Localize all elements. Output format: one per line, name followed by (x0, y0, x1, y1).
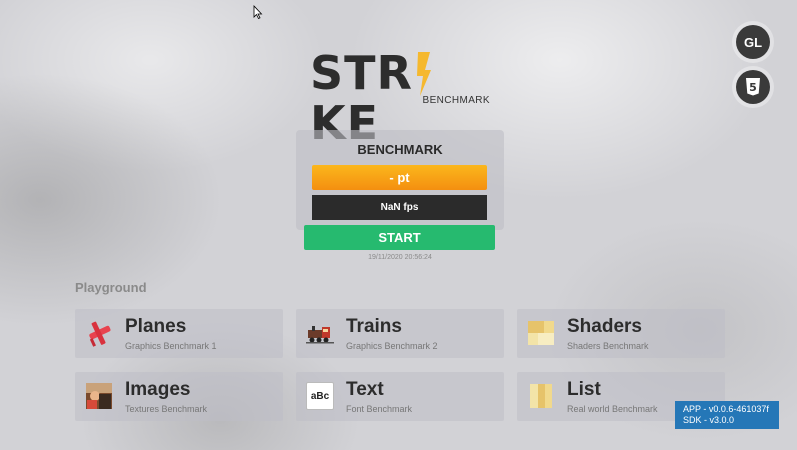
start-button[interactable]: START (304, 225, 495, 250)
webgl-label: GL (743, 34, 763, 50)
card-subtitle: Font Benchmark (346, 404, 413, 414)
benchmark-timestamp: 19/11/2020 20:56:24 (368, 254, 432, 261)
html5-button[interactable]: 5 (736, 70, 770, 104)
html5-label: 5 (749, 81, 757, 94)
card-planes[interactable]: Planes Graphics Benchmark 1 (75, 309, 283, 358)
text-icon: aBc (306, 382, 334, 410)
strike-logo: STRKE BENCHMARK (310, 46, 500, 148)
shader-icon (528, 321, 554, 345)
version-badge: APP - v0.0.6-461037f SDK - v3.0.0 (675, 401, 779, 429)
plane-icon (89, 321, 111, 347)
card-subtitle: Real world Benchmark (567, 404, 658, 414)
card-images[interactable]: Images Textures Benchmark (75, 372, 283, 421)
card-trains[interactable]: Trains Graphics Benchmark 2 (296, 309, 504, 358)
text-icon-label: aBc (310, 390, 330, 402)
fps-display: NaN fps (312, 195, 487, 220)
app-version: APP - v0.0.6-461037f (683, 404, 769, 414)
card-subtitle: Graphics Benchmark 2 (346, 341, 438, 351)
score-display: - pt (312, 165, 487, 190)
benchmark-title: BENCHMARK (357, 142, 443, 157)
webgl-button[interactable]: GL (736, 25, 770, 59)
logo-subtitle: BENCHMARK (422, 95, 490, 106)
html5-icon: 5 (746, 78, 760, 96)
card-title: Shaders (567, 316, 642, 337)
playground-heading: Playground (75, 280, 147, 295)
lightning-bolt-icon (417, 52, 431, 96)
mouse-cursor-icon (253, 5, 263, 19)
card-text[interactable]: aBc Text Font Benchmark (296, 372, 504, 421)
logo-title-left: STR (310, 46, 413, 100)
image-icon (86, 383, 112, 409)
card-title: List (567, 379, 601, 400)
card-subtitle: Shaders Benchmark (567, 341, 649, 351)
sdk-version: SDK - v3.0.0 (683, 415, 735, 425)
card-subtitle: Textures Benchmark (125, 404, 208, 414)
card-shaders[interactable]: Shaders Shaders Benchmark (517, 309, 725, 358)
card-title: Text (346, 379, 384, 400)
list-icon (530, 384, 552, 408)
train-icon (306, 326, 334, 344)
card-title: Images (125, 379, 191, 400)
card-title: Trains (346, 316, 402, 337)
card-title: Planes (125, 316, 187, 337)
card-subtitle: Graphics Benchmark 1 (125, 341, 217, 351)
